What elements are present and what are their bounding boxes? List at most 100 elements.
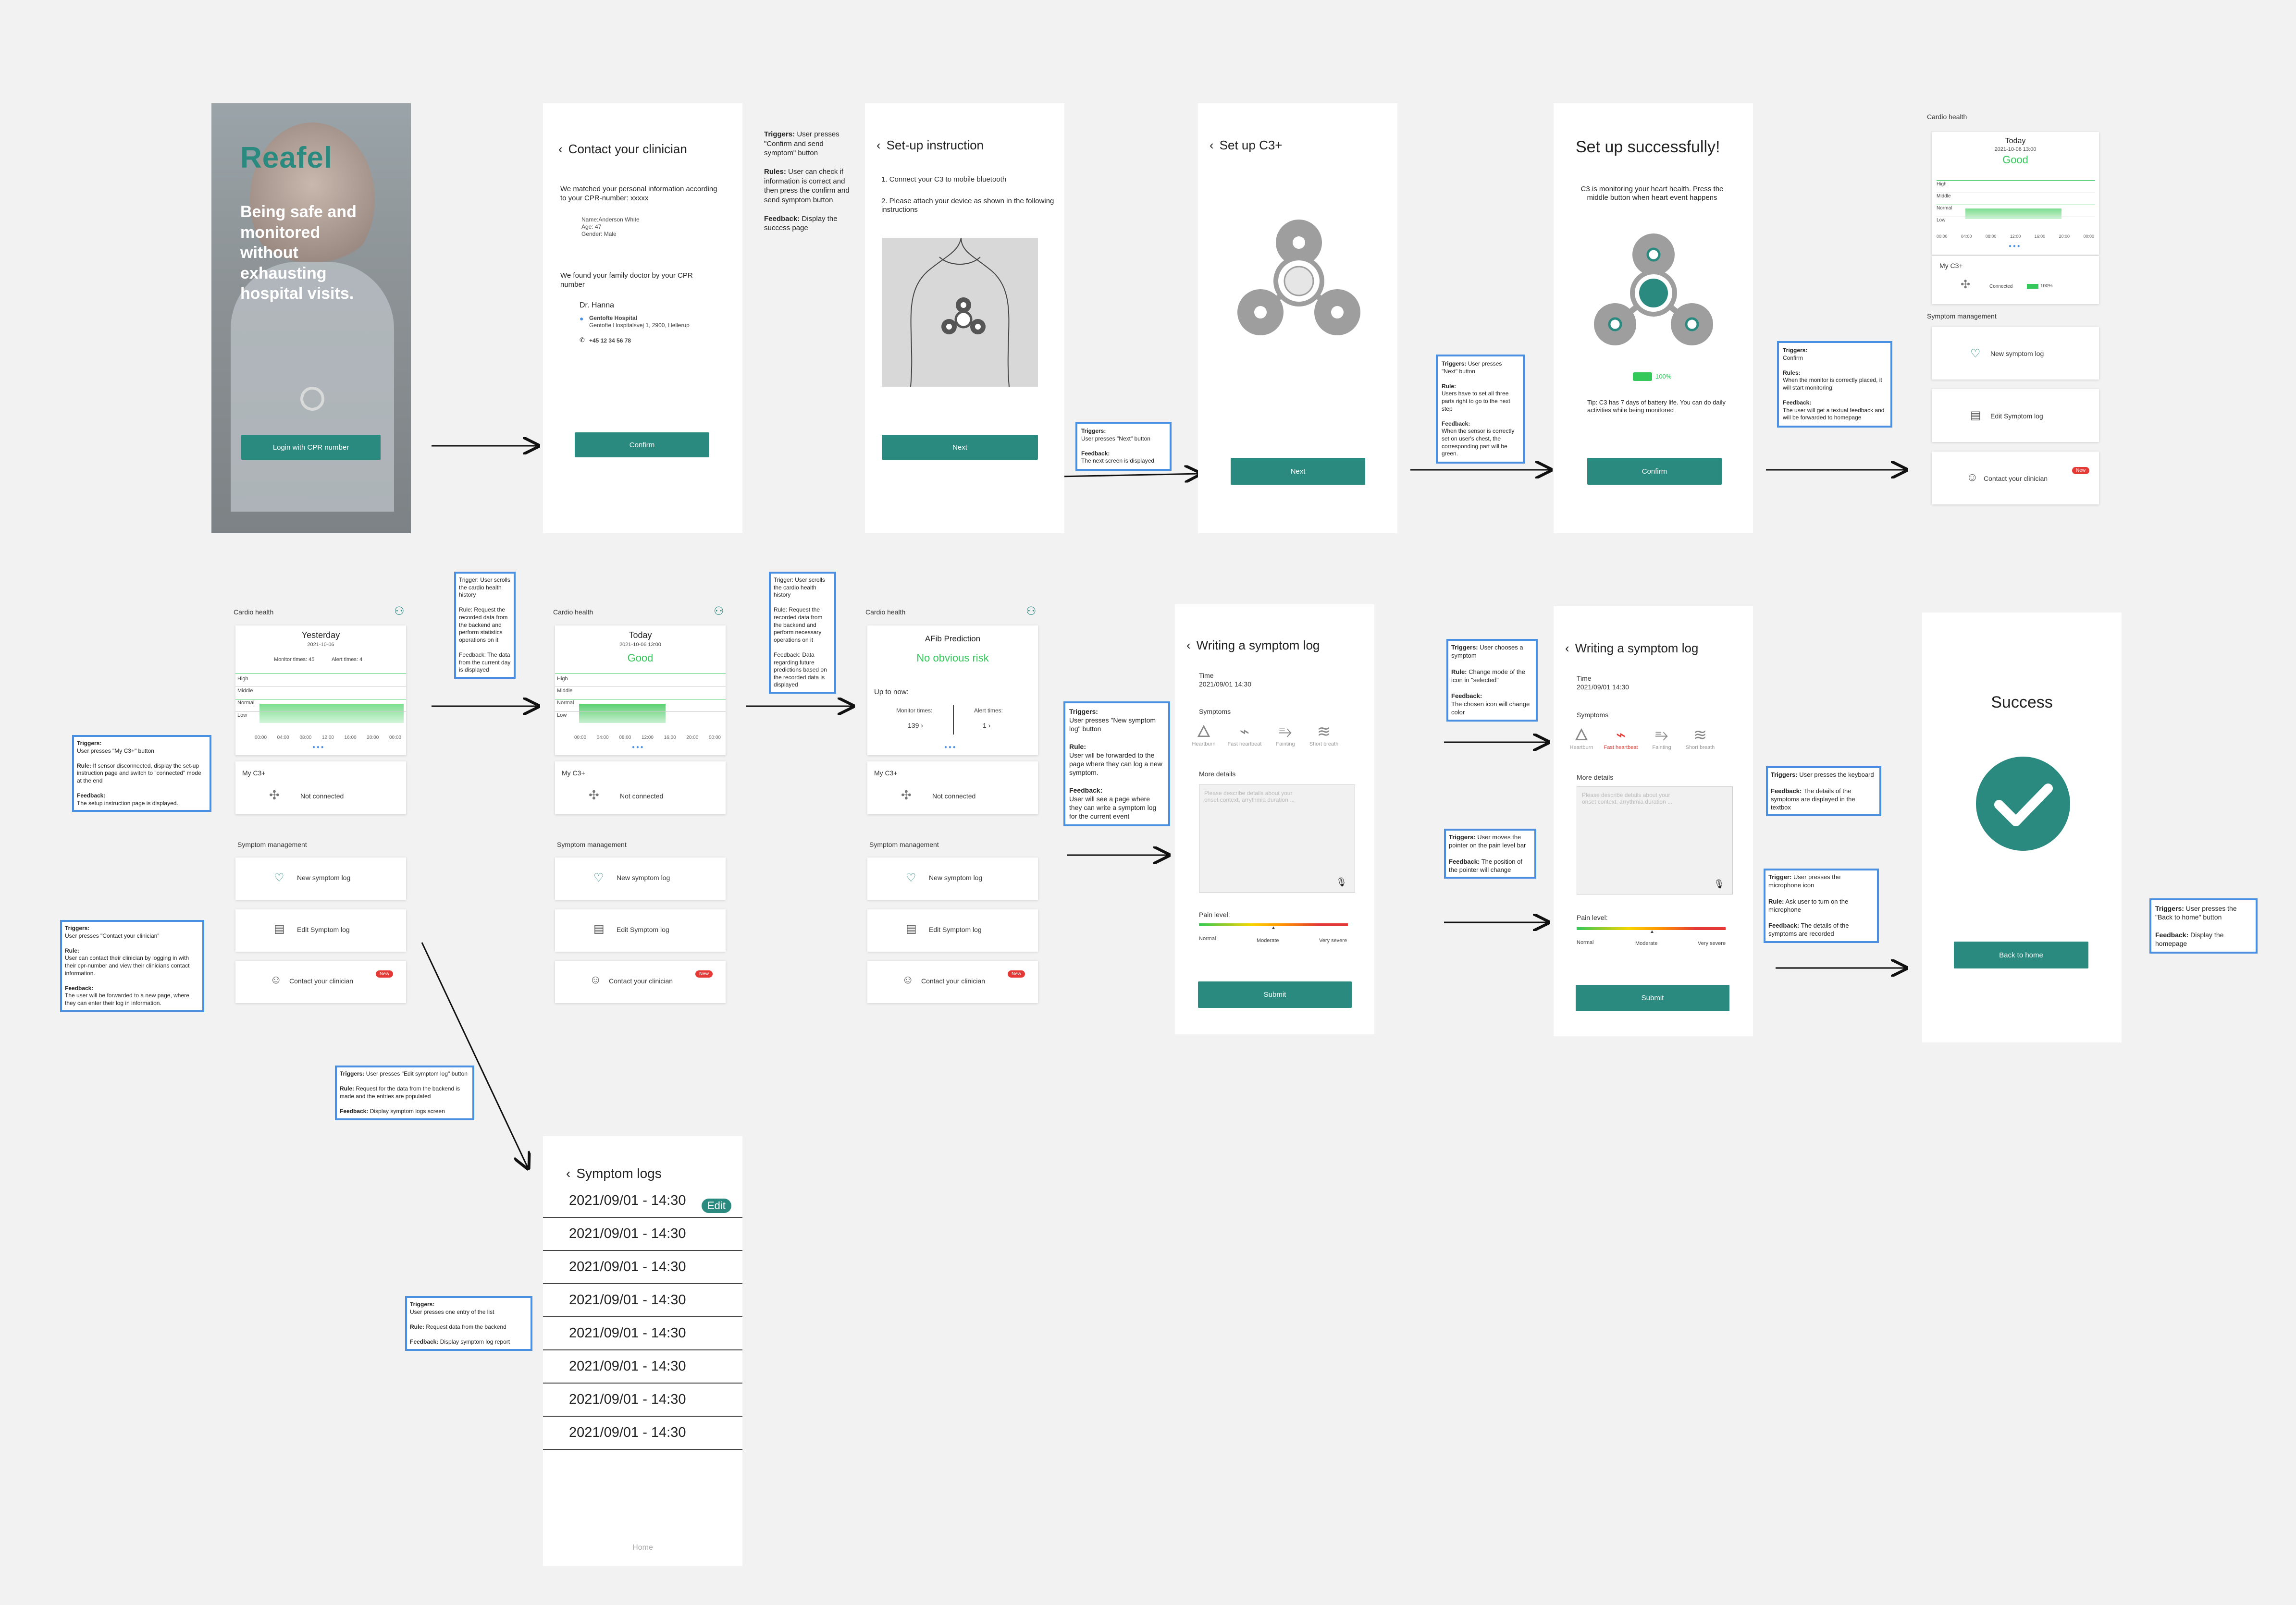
afib-card[interactable]: AFib Prediction No obvious risk Up to no…	[867, 625, 1038, 755]
page-title: Writing a symptom log	[1196, 638, 1320, 652]
symptom-fast-heartbeat[interactable]: ⌁ Fast heartbeat	[1225, 722, 1264, 747]
symptom-fainting[interactable]: ⥱ Fainting	[1642, 725, 1681, 750]
log-entry[interactable]: 2021/09/01 - 14:30	[543, 1217, 742, 1251]
log-entry[interactable]: 2021/09/01 - 14:30	[543, 1284, 742, 1317]
contact-card[interactable]: ☺ Contact your clinician New	[867, 961, 1038, 1003]
symptom-log-screen-1: ‹ Writing a symptom log Time 2021/09/01 1…	[1175, 604, 1374, 1034]
pain-pointer[interactable]: ▲	[1271, 925, 1276, 931]
log-entry[interactable]: 2021/09/01 - 14:30	[543, 1317, 742, 1350]
page-dots[interactable]: ● ● ●	[312, 745, 324, 750]
annotation-confirm-2: Triggers: Confirm Rules: When the monitor …	[1777, 341, 1892, 428]
confirm-button[interactable]: Confirm	[1587, 458, 1722, 485]
wind-icon: ≋	[1317, 723, 1331, 741]
symptom-log-screen-2: ‹ Writing a symptom log Time 2021/09/01 1…	[1554, 606, 1753, 1036]
home-connected-screen: Cardio health Today 2021-10-06 13:00 Goo…	[1927, 108, 2105, 516]
contact-card[interactable]: ☺ Contact your clinician New	[235, 961, 406, 1003]
fainting-icon: ⥱	[1655, 726, 1668, 744]
home-afib-screen: Cardio health ⚇ AFib Prediction No obvio…	[863, 600, 1045, 1009]
myc3-card[interactable]: My C3+ ✣ Connected 100%	[1932, 256, 2099, 304]
contact-card[interactable]: ☺ Contact your clinician New	[555, 961, 726, 1003]
edit-log-card[interactable]: ▤ Edit Symptom log	[235, 909, 406, 952]
step-2: 2. Please attach your device as shown in…	[881, 197, 1054, 214]
cardio-card[interactable]: Yesterday 2021-10-06 Monitor times: 45 A…	[235, 625, 406, 755]
c3-small-icon: ✣	[901, 788, 912, 802]
heart-pulse-icon: ♡	[593, 871, 604, 884]
document-icon: ▤	[593, 922, 605, 935]
page-dots[interactable]: ● ● ●	[632, 745, 643, 750]
page-dots[interactable]: ● ● ●	[944, 745, 956, 750]
heart-pulse-icon: ♡	[906, 871, 916, 884]
back-chevron-icon[interactable]: ‹	[566, 1166, 570, 1181]
symptom-fainting[interactable]: ⥱ Fainting	[1266, 722, 1305, 747]
new-log-card[interactable]: ♡ New symptom log	[555, 858, 726, 900]
edit-log-card[interactable]: ▤ Edit Symptom log	[555, 909, 726, 952]
cardio-card[interactable]: Today 2021-10-06 13:00 Good High Middle …	[555, 625, 726, 755]
symptom-heartburn[interactable]: 🜂 Heartburn	[1185, 722, 1223, 747]
back-chevron-icon[interactable]: ‹	[1210, 138, 1214, 153]
pain-pointer[interactable]: ▲	[1650, 929, 1654, 934]
log-entry[interactable]: 2021/09/01 - 14:30	[543, 1250, 742, 1284]
symptom-short-breath[interactable]: ≋ Short breath	[1305, 722, 1343, 747]
page-title: Writing a symptom log	[1575, 641, 1699, 655]
log-entry[interactable]: 2021/09/01 - 14:30	[543, 1350, 742, 1384]
myc3-card[interactable]: My C3+ ✣ Not connected	[235, 761, 406, 814]
flame-icon: 🜂	[1574, 726, 1589, 744]
myc3-card[interactable]: My C3+ ✣ Not connected	[867, 761, 1038, 814]
confirm-button[interactable]: Confirm	[575, 432, 709, 457]
details-textarea[interactable]: Please describe details about your onset…	[1199, 784, 1355, 893]
microphone-icon[interactable]: 🎙	[1714, 879, 1725, 889]
log-entry[interactable]: 2021/09/01 - 14:30	[543, 1383, 742, 1417]
login-cpr-button[interactable]: Login with CPR number	[241, 435, 381, 460]
annotation-new-log: Triggers: User presses "New symptom log" …	[1063, 701, 1170, 827]
doctor-icon: ☺	[1966, 471, 1978, 484]
contact-clinician-screen: ‹ Contact your clinician We matched your …	[543, 103, 742, 533]
home-tab[interactable]: Home	[543, 1544, 742, 1552]
page-dots[interactable]: ● ● ●	[2009, 244, 2020, 249]
setup-instruction-screen: ‹ Set-up instruction 1. Connect your C3 t…	[865, 103, 1064, 533]
edit-pill-button[interactable]: Edit	[702, 1199, 731, 1213]
symptom-short-breath[interactable]: ≋ Short breath	[1681, 725, 1719, 750]
back-chevron-icon[interactable]: ‹	[1565, 641, 1569, 656]
new-log-card[interactable]: ♡ New symptom log	[1932, 327, 2099, 380]
myc3-card[interactable]: My C3+ ✣ Not connected	[555, 761, 726, 814]
back-chevron-icon[interactable]: ‹	[876, 138, 881, 153]
alert-times: Alert times: 4	[332, 657, 363, 662]
back-home-button[interactable]: Back to home	[1954, 942, 2088, 968]
android-icon[interactable]: ⚇	[394, 604, 405, 618]
cardio-card[interactable]: Today 2021-10-06 13:00 Good High Middle …	[1932, 132, 2099, 255]
chest-illustration	[882, 237, 1038, 387]
arrow	[1059, 474, 1199, 477]
annotation-edit-log: Triggers: User presses "Edit symptom log…	[335, 1066, 474, 1120]
edit-log-card[interactable]: ▤ Edit Symptom log	[867, 909, 1038, 952]
next-button[interactable]: Next	[1231, 458, 1365, 485]
log-entry[interactable]: 2021/09/01 - 14:30	[543, 1416, 742, 1450]
new-log-card[interactable]: ♡ New symptom log	[235, 858, 406, 900]
time-value[interactable]: 2021/09/01 14:30	[1199, 680, 1251, 688]
symptom-fast-heartbeat-selected[interactable]: ⌁ Fast heartbeat	[1602, 725, 1640, 750]
back-chevron-icon[interactable]: ‹	[558, 142, 563, 157]
next-button[interactable]: Next	[882, 435, 1038, 460]
new-log-card[interactable]: ♡ New symptom log	[867, 858, 1038, 900]
checkmark-icon	[1976, 757, 2070, 851]
intro-text: We matched your personal information acc…	[560, 185, 717, 202]
doctor-icon: ☺	[270, 973, 282, 986]
annotation-log-entry: Triggers: User presses one entry of the l…	[405, 1296, 532, 1351]
annotation-back-home: Triggers: User presses the "Back to home…	[2149, 898, 2258, 954]
level-chart: High Middle Normal Low	[235, 674, 406, 726]
submit-button[interactable]: Submit	[1576, 985, 1729, 1011]
back-chevron-icon[interactable]: ‹	[1186, 638, 1191, 653]
edit-log-card[interactable]: ▤ Edit Symptom log	[1932, 389, 2099, 442]
connected-label: Connected	[1989, 284, 2013, 289]
microphone-icon[interactable]: 🎙	[1336, 877, 1347, 887]
contact-card[interactable]: ☺ Contact your clinician New	[1932, 452, 2099, 504]
submit-button[interactable]: Submit	[1198, 981, 1352, 1008]
android-icon[interactable]: ⚇	[714, 604, 724, 618]
symptom-heartburn[interactable]: 🜂 Heartburn	[1562, 725, 1601, 750]
section-mgmt: Symptom management	[1927, 312, 1997, 320]
annotation-next-1: Triggers: User presses "Next" button Feed…	[1075, 422, 1172, 471]
risk-status: No obvious risk	[916, 652, 989, 664]
android-icon[interactable]: ⚇	[1026, 604, 1037, 618]
battery-icon	[1633, 372, 1652, 381]
details-textarea[interactable]: Please describe details about your onset…	[1577, 786, 1733, 894]
annotation-contact-clinician: Triggers: User presses "Contact your clin…	[60, 920, 204, 1012]
